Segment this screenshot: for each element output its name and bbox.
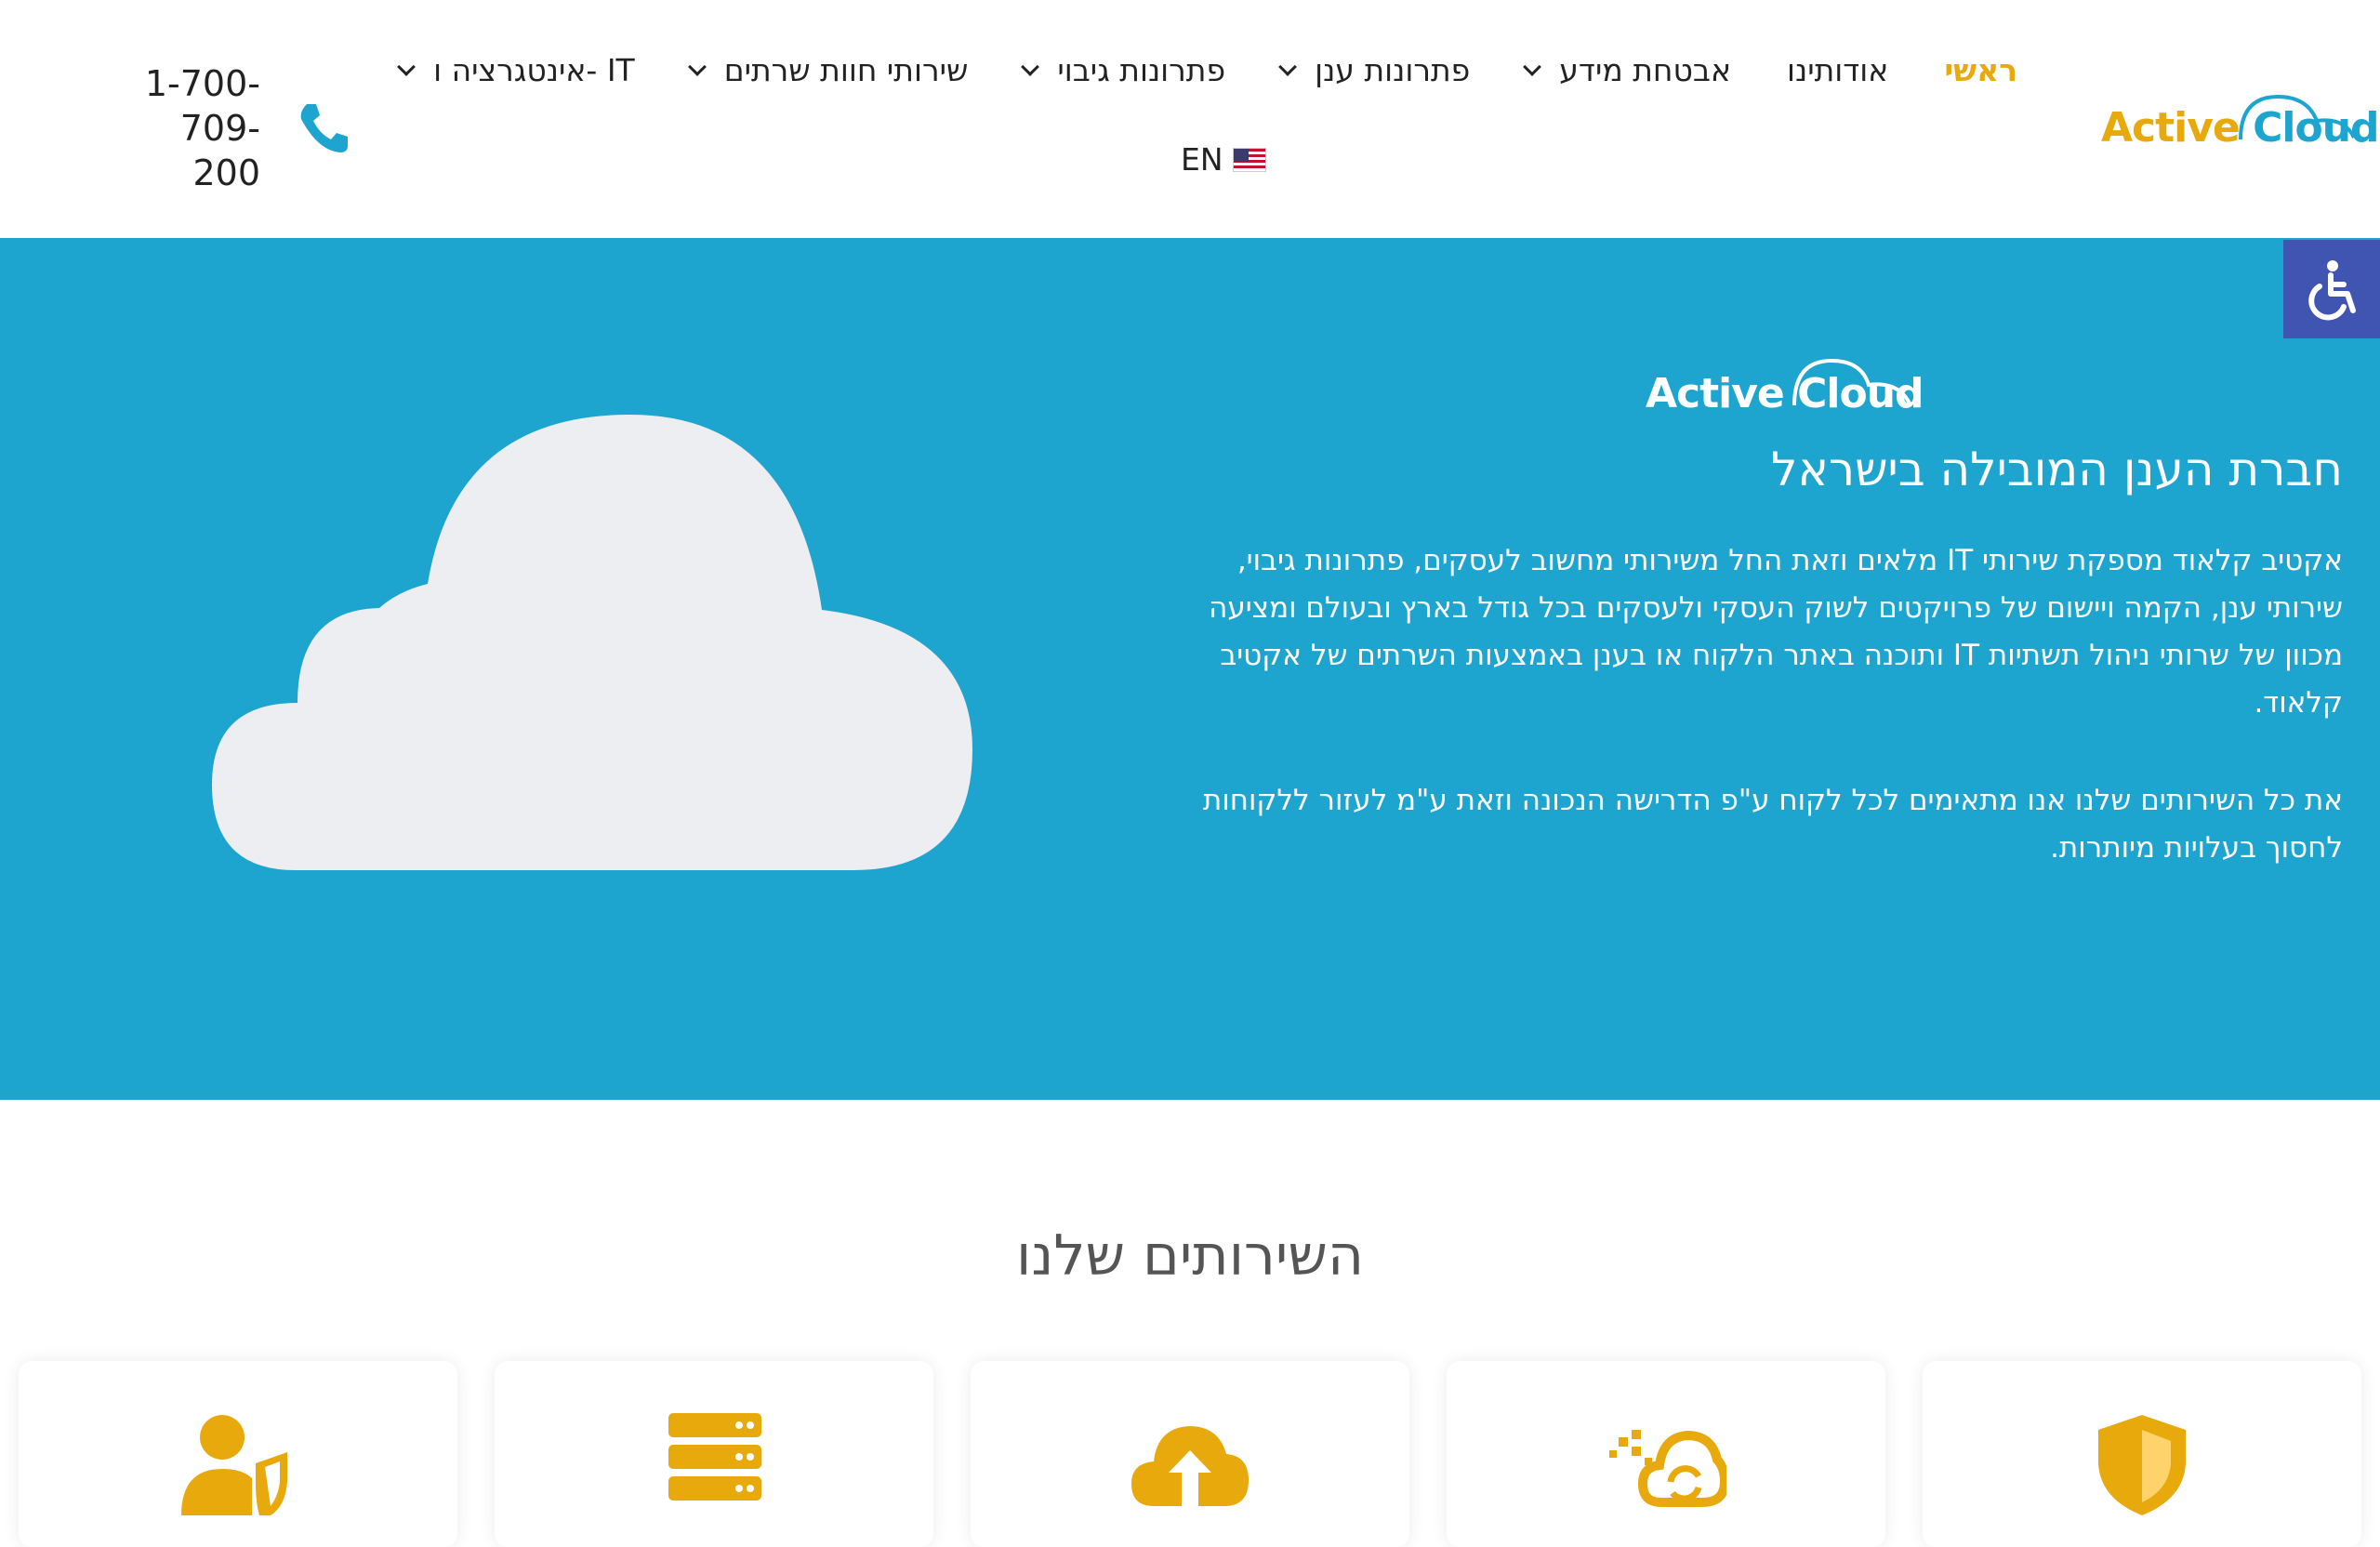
phone-line-1: 1-700-709-: [144, 63, 260, 149]
service-card[interactable]: [19, 1361, 457, 1547]
phone-contact[interactable]: 1-700-709- 200: [65, 61, 353, 195]
chevron-down-icon: [687, 57, 707, 76]
site-logo[interactable]: Active Cloud: [2101, 84, 2380, 167]
phone-icon[interactable]: [294, 99, 353, 158]
us-flag-icon: [1232, 147, 1266, 172]
logo-word-cloud: Cloud: [2253, 104, 2379, 152]
nav-label: אודותינו: [1787, 52, 1889, 88]
accessibility-button[interactable]: [2283, 240, 2380, 338]
language-switcher[interactable]: EN: [1181, 141, 1266, 178]
nav-item-home[interactable]: ראשי: [1916, 52, 2045, 88]
hero-section: Active Cloud חברת הענן המובילה בישראל אק…: [0, 238, 2380, 1100]
hero-logo-word-cloud: Cloud: [1797, 370, 1924, 417]
main-nav: ראשי אודותינו אבטחת מידע פתרונות ענן פתר…: [372, 52, 2045, 88]
nav-label: פתרונות ענן: [1315, 52, 1471, 88]
hero-logo: Active Cloud: [1646, 350, 1934, 433]
hero-logo-text: Active Cloud: [1646, 370, 1924, 417]
nav-item-server-farm[interactable]: שירותי חוות שרתים: [663, 52, 997, 88]
wheelchair-icon: [2308, 260, 2356, 321]
service-card[interactable]: [971, 1361, 1409, 1547]
service-card[interactable]: [1447, 1361, 1885, 1547]
nav-item-backup-solutions[interactable]: פתרונות גיבוי: [996, 52, 1253, 88]
user-shield-icon: [181, 1415, 287, 1515]
hero-paragraph-2: את כל השירותים שלנו אנו מתאימים לכל לקוח…: [1202, 784, 2343, 865]
server-icon: [668, 1413, 761, 1501]
chevron-down-icon: [1523, 57, 1542, 76]
service-card[interactable]: [495, 1361, 933, 1547]
chevron-down-icon: [1021, 57, 1040, 76]
cloud-upload-icon: [1131, 1426, 1249, 1506]
nav-item-security[interactable]: אבטחת מידע: [1498, 52, 1759, 88]
hero-logo-word-active: Active: [1646, 370, 1785, 417]
cloud-illustration-icon: [212, 415, 972, 870]
chevron-down-icon: [397, 57, 416, 76]
hero-paragraph-1: אקטיב קלאוד מספקת שירותי IT מלאים וזאת ה…: [1209, 544, 2343, 720]
chevron-down-icon: [1278, 57, 1297, 76]
nav-label: שירותי חוות שרתים: [723, 52, 969, 88]
shield-icon: [2098, 1415, 2186, 1515]
logo-word-active: Active: [2101, 104, 2241, 152]
phone-line-2: 200: [192, 152, 260, 193]
site-header: Active Cloud ראשי אודותינו אבטחת מידע פת…: [0, 0, 2380, 238]
nav-item-about[interactable]: אודותינו: [1759, 52, 1916, 88]
language-label: EN: [1181, 141, 1223, 178]
nav-label: ראשי: [1944, 52, 2017, 88]
logo-text: Active Cloud: [2101, 104, 2380, 152]
nav-item-cloud-solutions[interactable]: פתרונות ענן: [1253, 52, 1498, 88]
hero-title: חברת הענן המובילה בישראל: [1771, 443, 2343, 496]
services-title: השירותים שלנו: [1015, 1223, 1365, 1289]
nav-label: פתרונות גיבוי: [1057, 52, 1226, 88]
nav-item-integration-it[interactable]: אינטגרציה ו- IT: [372, 52, 663, 88]
cloud-sync-icon: [1609, 1430, 1726, 1507]
nav-label: אבטחת מידע: [1559, 52, 1732, 88]
services-cards: [19, 1361, 2361, 1547]
phone-number: 1-700-709- 200: [65, 61, 260, 195]
service-card[interactable]: [1923, 1361, 2361, 1547]
nav-label: אינטגרציה ו- IT: [433, 52, 635, 88]
